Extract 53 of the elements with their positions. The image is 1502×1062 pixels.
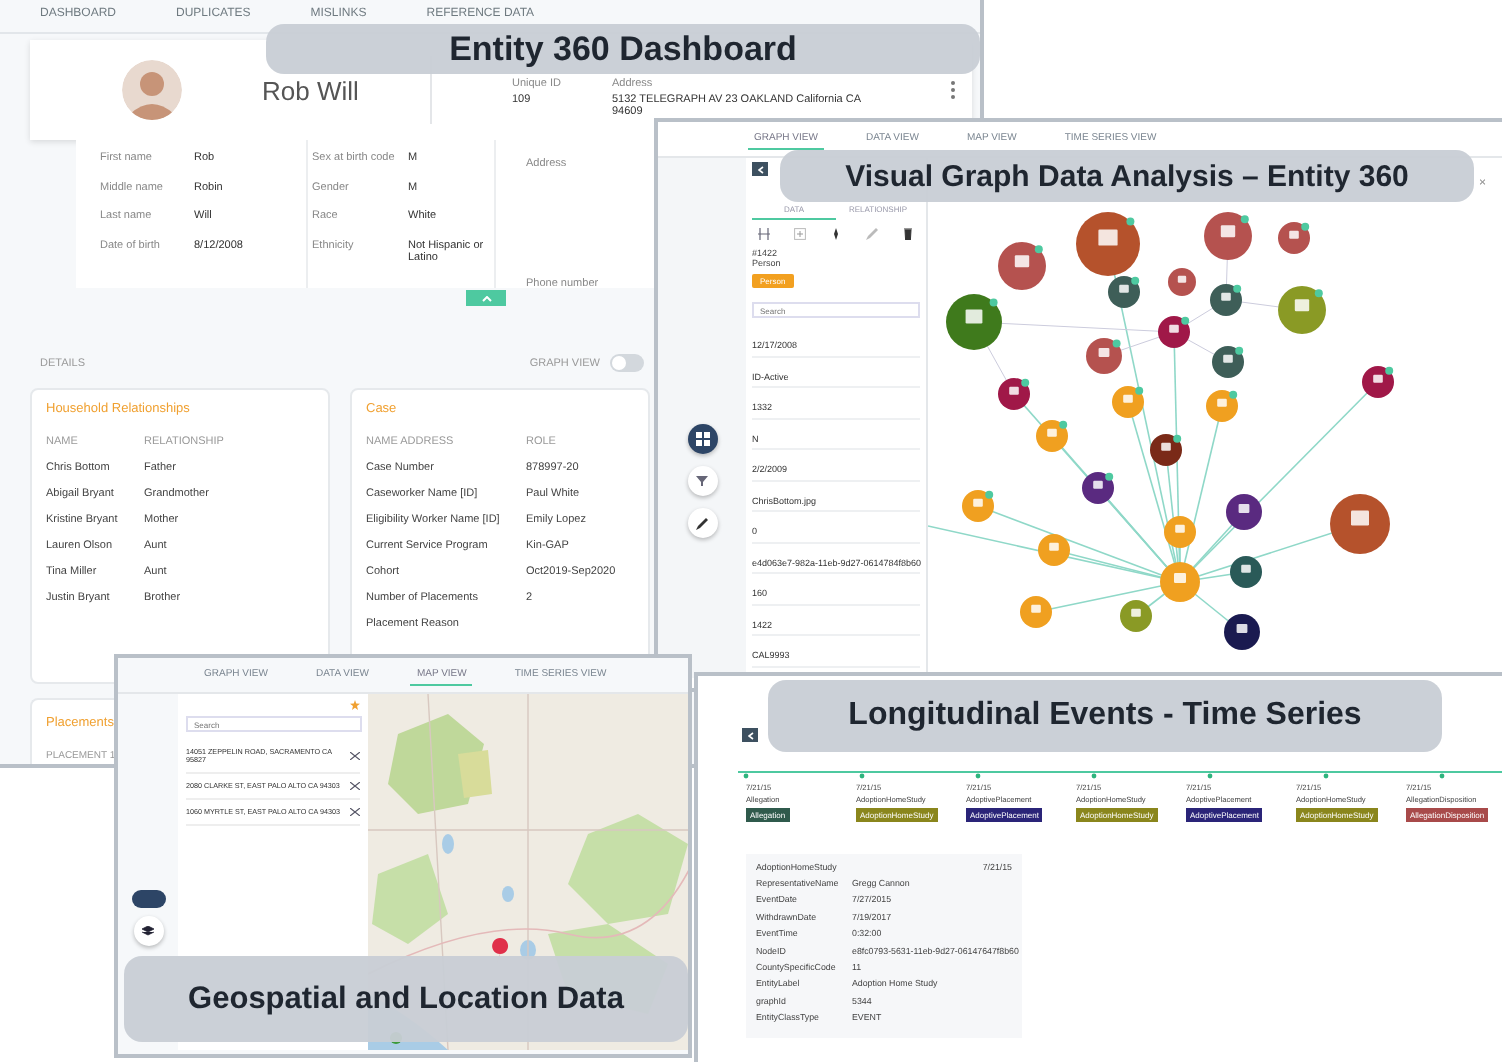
graph-node[interactable] — [1278, 286, 1326, 334]
graph-node[interactable] — [1160, 562, 1200, 602]
graph-node[interactable] — [1086, 338, 1122, 374]
back-button[interactable] — [742, 728, 758, 742]
pin-icon[interactable] — [830, 228, 842, 240]
back-button[interactable] — [752, 162, 768, 176]
graph-node[interactable] — [1226, 494, 1262, 530]
graph-node[interactable] — [1164, 516, 1196, 548]
graph-node[interactable] — [1082, 472, 1114, 504]
graph-node[interactable] — [1108, 276, 1140, 308]
graph-node[interactable] — [946, 294, 1002, 350]
graph-node[interactable] — [1076, 212, 1140, 276]
graph-node[interactable] — [1224, 614, 1260, 650]
zoom-button[interactable] — [131, 890, 165, 908]
star-icon[interactable] — [350, 700, 360, 710]
graph-node[interactable] — [1120, 600, 1152, 632]
graph-node[interactable] — [1206, 390, 1238, 422]
graph-node[interactable] — [1362, 366, 1394, 398]
avatar-icon — [122, 60, 182, 120]
layers-button[interactable] — [133, 916, 163, 946]
graph-node[interactable] — [1330, 494, 1390, 554]
graph-node[interactable] — [1278, 222, 1310, 254]
delete-icon[interactable] — [902, 228, 914, 240]
graph-node[interactable] — [1212, 346, 1244, 378]
graph-node[interactable] — [998, 378, 1030, 410]
chevron-icon — [481, 295, 491, 301]
expand-icon[interactable] — [758, 228, 770, 240]
section-caption: Visual Graph Data Analysis – Entity 360 — [780, 150, 1474, 202]
section-caption: Geospatial and Location Data — [124, 956, 688, 1042]
person-name: Rob Will — [262, 75, 361, 105]
graph-node[interactable] — [962, 490, 994, 522]
graph-node[interactable] — [1158, 316, 1190, 348]
grid-icon — [695, 432, 709, 446]
graph-node[interactable] — [1020, 596, 1052, 628]
graph-node[interactable] — [1112, 386, 1144, 418]
section-caption: Entity 360 Dashboard — [266, 24, 980, 74]
graph-node[interactable] — [1150, 434, 1182, 466]
graph-node[interactable] — [998, 242, 1046, 290]
graph-node[interactable] — [1038, 534, 1070, 566]
graph-node[interactable] — [1210, 284, 1242, 316]
graph-node[interactable] — [1204, 212, 1252, 260]
more-icon[interactable] — [950, 80, 956, 100]
graph-node[interactable] — [1036, 420, 1068, 452]
filter-button[interactable] — [687, 466, 717, 496]
grid-view-button[interactable] — [687, 424, 717, 454]
section-caption: Longitudinal Events - Time Series — [768, 680, 1442, 752]
graph-view-toggle[interactable] — [610, 354, 644, 372]
graph-node[interactable] — [1168, 268, 1196, 296]
edit-button[interactable] — [687, 508, 717, 538]
filter-icon — [696, 476, 708, 486]
graph-node[interactable] — [1230, 556, 1262, 588]
layers-icon — [142, 926, 154, 936]
pencil-icon — [696, 517, 708, 529]
